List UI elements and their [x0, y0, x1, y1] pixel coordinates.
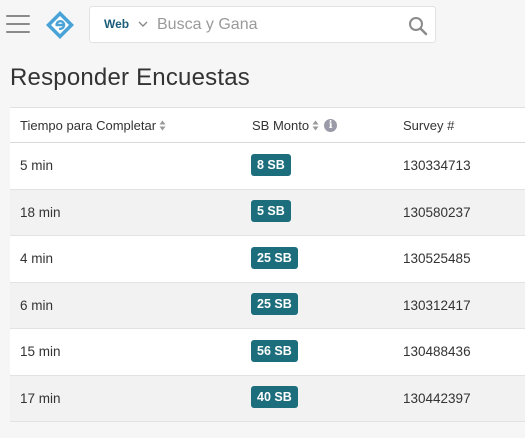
menu-icon[interactable] — [6, 12, 32, 34]
table-row[interactable]: 17 min 40 SB 130442397 — [10, 375, 525, 422]
amount-badge: 56 SB — [251, 339, 298, 362]
amount-cell: 25 SB — [251, 236, 298, 282]
amount-badge: 40 SB — [251, 386, 298, 409]
time-cell: 6 min — [20, 297, 54, 313]
search-type-label: Web — [104, 17, 130, 31]
info-icon[interactable]: i — [324, 118, 338, 132]
survey-id-cell: 130580237 — [403, 204, 471, 220]
column-header-amount-label: SB Monto — [252, 118, 310, 133]
amount-cell: 8 SB — [251, 143, 291, 189]
table-header: Tiempo para Completar SB Monto i Survey … — [10, 108, 525, 143]
amount-cell: 25 SB — [251, 283, 298, 329]
column-header-survey-label: Survey # — [403, 118, 455, 133]
chevron-down-icon — [138, 21, 148, 27]
amount-cell: 5 SB — [251, 190, 291, 236]
sort-icon — [312, 120, 319, 131]
table-row[interactable]: 6 min 25 SB 130312417 — [10, 282, 525, 329]
table-row[interactable]: 4 min 25 SB 130525485 — [10, 236, 525, 283]
search-type-dropdown[interactable]: Web — [104, 7, 148, 42]
amount-badge: 25 SB — [251, 293, 298, 316]
amount-badge: 5 SB — [251, 200, 291, 223]
search-input[interactable] — [157, 13, 387, 37]
sort-icon — [159, 120, 166, 131]
time-cell: 4 min — [20, 251, 54, 266]
column-header-amount[interactable]: SB Monto i — [252, 108, 338, 143]
survey-id-cell: 130525485 — [403, 251, 471, 266]
column-header-survey: Survey # — [403, 108, 454, 143]
page-title: Responder Encuestas — [10, 64, 250, 91]
time-cell: 15 min — [20, 344, 61, 359]
amount-badge: 8 SB — [251, 153, 291, 176]
column-header-time-label: Tiempo para Completar — [20, 118, 157, 133]
table-row[interactable]: 5 min 8 SB 130334713 — [10, 143, 525, 190]
time-cell: 17 min — [20, 390, 61, 406]
survey-id-cell: 130334713 — [403, 158, 471, 173]
amount-cell: 56 SB — [251, 329, 298, 375]
surveys-table: Tiempo para Completar SB Monto i Survey … — [10, 107, 525, 422]
amount-cell: 40 SB — [251, 376, 298, 422]
column-header-time[interactable]: Tiempo para Completar — [20, 108, 166, 143]
search-bar: Web — [89, 6, 436, 43]
table-row[interactable]: 18 min 5 SB 130580237 — [10, 189, 525, 236]
table-row[interactable]: 15 min 56 SB 130488436 — [10, 329, 525, 376]
search-icon[interactable] — [408, 16, 428, 36]
top-bar: Web — [0, 0, 525, 50]
logo-icon[interactable] — [45, 10, 75, 40]
survey-id-cell: 130312417 — [403, 297, 471, 313]
amount-badge: 25 SB — [251, 246, 298, 269]
time-cell: 18 min — [20, 204, 61, 220]
survey-id-cell: 130488436 — [403, 344, 471, 359]
survey-id-cell: 130442397 — [403, 390, 471, 406]
time-cell: 5 min — [20, 158, 54, 173]
